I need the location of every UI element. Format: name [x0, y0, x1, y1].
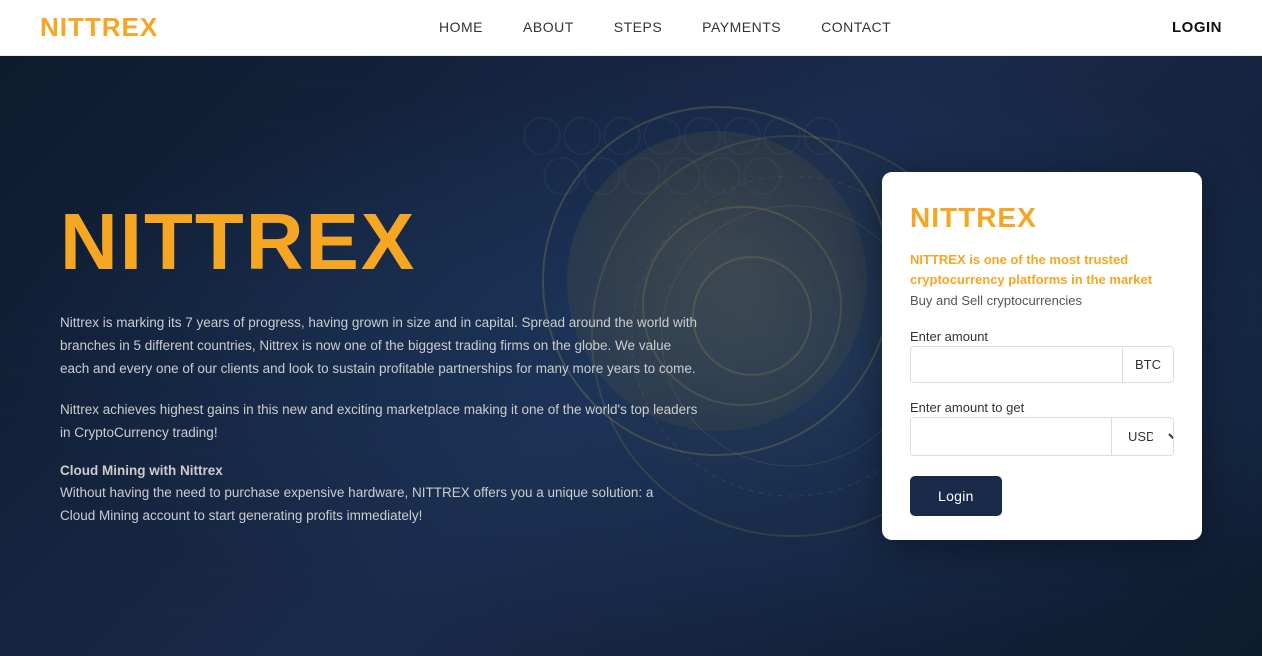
card-subtitle: Buy and Sell cryptocurrencies — [910, 293, 1174, 308]
card-logo: NITTREX — [910, 202, 1174, 234]
navbar: NITTREX HOME ABOUT STEPS PAYMENTS CONTAC… — [0, 0, 1262, 56]
hero-title: NITTREX — [60, 202, 780, 282]
card-get-input[interactable] — [911, 418, 1111, 455]
navbar-login-link[interactable]: LOGIN — [1172, 19, 1222, 36]
card-amount-row: BTC — [910, 346, 1174, 383]
hero-description-2: Nittrex achieves highest gains in this n… — [60, 399, 700, 445]
hero-description-1: Nittrex is marking its 7 years of progre… — [60, 312, 700, 381]
nav-steps[interactable]: STEPS — [614, 19, 662, 35]
hero-card: NITTREX NITTREX is one of the most trust… — [882, 172, 1202, 540]
nav-home[interactable]: HOME — [439, 19, 483, 35]
card-get-row: USD EUR GBP BTC ETH — [910, 417, 1174, 456]
card-tagline: NITTREX is one of the most trusted crypt… — [910, 250, 1174, 289]
hero-content: NITTREX Nittrex is marking its 7 years o… — [0, 172, 1262, 540]
hero-cloud-title: Cloud Mining with Nittrex — [60, 463, 780, 478]
nav-contact[interactable]: CONTACT — [821, 19, 891, 35]
card-get-label: Enter amount to get — [910, 400, 1024, 415]
navbar-links: HOME ABOUT STEPS PAYMENTS CONTACT — [439, 19, 891, 37]
navbar-logo[interactable]: NITTREX — [40, 12, 158, 43]
card-brand-highlight: NITTREX — [910, 252, 966, 267]
hero-section: NITTREX Nittrex is marking its 7 years o… — [0, 56, 1262, 656]
nav-payments[interactable]: PAYMENTS — [702, 19, 781, 35]
card-btc-currency: BTC — [1122, 347, 1173, 382]
hero-cloud-desc: Without having the need to purchase expe… — [60, 482, 660, 528]
card-amount-input[interactable] — [911, 347, 1122, 382]
hero-left: NITTREX Nittrex is marking its 7 years o… — [60, 172, 780, 528]
card-currency-select[interactable]: USD EUR GBP BTC ETH — [1111, 418, 1174, 455]
card-amount-label: Enter amount — [910, 329, 988, 344]
card-login-button[interactable]: Login — [910, 476, 1002, 516]
nav-about[interactable]: ABOUT — [523, 19, 574, 35]
